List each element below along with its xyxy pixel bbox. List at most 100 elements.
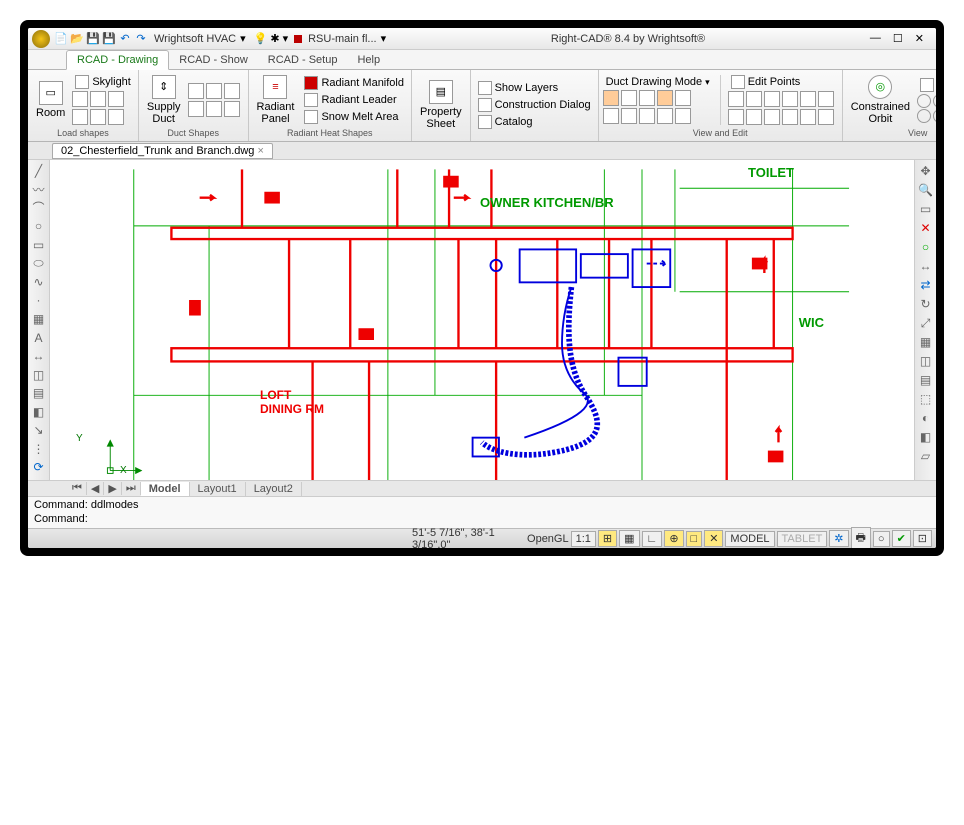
- dim-tool-icon[interactable]: ↔: [28, 347, 49, 365]
- shape-icon[interactable]: [90, 109, 106, 125]
- radiant-manifold-button[interactable]: Radiant Manifold: [301, 75, 407, 91]
- status-gear-icon[interactable]: ✲: [829, 530, 848, 547]
- tab-setup[interactable]: RCAD - Setup: [258, 51, 348, 69]
- edit-icon[interactable]: [746, 91, 762, 107]
- duct-icon[interactable]: [188, 83, 204, 99]
- more-tool-icon[interactable]: ⋮: [28, 440, 49, 458]
- radiant-leader-button[interactable]: Radiant Leader: [301, 92, 407, 108]
- scale-icon[interactable]: ⤢: [915, 314, 936, 332]
- gear-icon[interactable]: ✱: [270, 32, 279, 45]
- layout-tab-1[interactable]: Layout1: [190, 482, 246, 496]
- mode-icon[interactable]: [675, 90, 691, 106]
- mode-icon[interactable]: [657, 90, 673, 106]
- status-polar-icon[interactable]: ⊕: [664, 530, 683, 547]
- mode-icon[interactable]: [675, 108, 691, 124]
- room-button[interactable]: ▭Room: [32, 79, 69, 121]
- nav-last-icon[interactable]: ⏭: [122, 482, 141, 495]
- new-icon[interactable]: 📄: [54, 32, 68, 46]
- open-icon[interactable]: 📂: [70, 32, 84, 46]
- drawing-canvas[interactable]: TOILET WIC OWNER KITCHEN/BR LOFT DINING …: [50, 160, 914, 480]
- circle-icon[interactable]: ○: [915, 238, 936, 256]
- shape-icon[interactable]: [90, 91, 106, 107]
- arc-tool-icon[interactable]: ⌒: [28, 199, 49, 217]
- supply-duct-button[interactable]: ⇕Supply Duct: [143, 73, 185, 127]
- duct-icon[interactable]: [188, 101, 204, 117]
- status-tablet-toggle[interactable]: TABLET: [777, 531, 828, 547]
- mode-icon[interactable]: [603, 90, 619, 106]
- status-lock-icon[interactable]: ⊡: [913, 530, 932, 547]
- tool-icon[interactable]: ◫: [915, 352, 936, 370]
- radiant-panel-button[interactable]: ≡Radiant Panel: [253, 73, 299, 127]
- edit-icon[interactable]: [782, 91, 798, 107]
- duct-icon[interactable]: [206, 101, 222, 117]
- tool-icon[interactable]: ▱: [915, 447, 936, 465]
- tool-icon[interactable]: ⬚: [915, 390, 936, 408]
- rect-tool-icon[interactable]: ▭: [28, 236, 49, 254]
- spline-tool-icon[interactable]: ∿: [28, 273, 49, 291]
- measure-icon[interactable]: ↔: [915, 257, 936, 275]
- status-check-icon[interactable]: ✔: [892, 530, 911, 547]
- leader-tool-icon[interactable]: ↘: [28, 421, 49, 439]
- nav-prev-icon[interactable]: ◀: [87, 482, 104, 495]
- status-snap-icon[interactable]: ⊞: [598, 530, 617, 547]
- tab-help[interactable]: Help: [347, 51, 390, 69]
- polyline-tool-icon[interactable]: 〰: [28, 181, 49, 199]
- select-icon[interactable]: ▭: [915, 200, 936, 218]
- view-icon[interactable]: [933, 109, 936, 123]
- command-area[interactable]: Command: ddlmodes Command:: [28, 496, 936, 528]
- region-tool-icon[interactable]: ◧: [28, 403, 49, 421]
- block-tool-icon[interactable]: ◫: [28, 366, 49, 384]
- nav-first-icon[interactable]: ⏮: [68, 482, 87, 495]
- shape-icon[interactable]: [72, 91, 88, 107]
- undo-icon[interactable]: ↶: [118, 32, 132, 46]
- tool-icon[interactable]: ▤: [915, 371, 936, 389]
- duct-icon[interactable]: [206, 83, 222, 99]
- edit-icon[interactable]: [764, 91, 780, 107]
- layout-tab-2[interactable]: Layout2: [246, 482, 302, 496]
- edit-icon[interactable]: [782, 109, 798, 125]
- tool-icon[interactable]: ▦: [915, 333, 936, 351]
- zoom-icon[interactable]: 🔍: [915, 181, 936, 199]
- status-osnap-icon[interactable]: □: [686, 531, 703, 547]
- command-prompt[interactable]: Command:: [34, 512, 930, 526]
- maximize-button[interactable]: ☐: [893, 32, 903, 45]
- rotate-icon[interactable]: ↻: [915, 295, 936, 313]
- mode-icon[interactable]: [639, 108, 655, 124]
- status-print-icon[interactable]: 🖶: [851, 527, 871, 548]
- app-logo-icon[interactable]: [32, 30, 50, 48]
- tab-show[interactable]: RCAD - Show: [169, 51, 257, 69]
- status-ratio[interactable]: 1:1: [571, 531, 596, 547]
- redo-icon[interactable]: ↷: [134, 32, 148, 46]
- record-icon[interactable]: [294, 35, 302, 43]
- snow-melt-button[interactable]: Snow Melt Area: [301, 109, 407, 125]
- status-model-toggle[interactable]: MODEL: [725, 531, 774, 547]
- mirror-icon[interactable]: ⇄: [915, 276, 936, 294]
- save-icon[interactable]: 💾: [86, 32, 100, 46]
- refresh-icon[interactable]: ⟳: [28, 459, 49, 477]
- edit-icon[interactable]: [746, 109, 762, 125]
- bulb-icon[interactable]: 💡: [254, 32, 268, 45]
- shape-icon[interactable]: [72, 109, 88, 125]
- saveas-icon[interactable]: 💾: [102, 32, 116, 46]
- minimize-button[interactable]: —: [870, 32, 881, 45]
- property-sheet-button[interactable]: ▤Property Sheet: [416, 78, 466, 132]
- show-layers-button[interactable]: Show Layers: [475, 80, 594, 96]
- status-otrack-icon[interactable]: ✕: [704, 530, 723, 547]
- hatch-tool-icon[interactable]: ▦: [28, 310, 49, 328]
- line-tool-icon[interactable]: ╱: [28, 162, 49, 180]
- duct-drawing-mode[interactable]: Duct Drawing Mode ▾: [603, 75, 713, 89]
- circle-tool-icon[interactable]: ○: [28, 218, 49, 236]
- status-ortho-icon[interactable]: ∟: [642, 531, 663, 547]
- catalog-button[interactable]: Catalog: [475, 114, 594, 130]
- edit-icon[interactable]: [728, 109, 744, 125]
- constrained-orbit-button[interactable]: ◎Constrained Orbit: [847, 73, 914, 127]
- delete-icon[interactable]: ✕: [915, 219, 936, 237]
- mode-icon[interactable]: [621, 90, 637, 106]
- edit-icon[interactable]: [818, 91, 834, 107]
- document-tab[interactable]: 02_Chesterfield_Trunk and Branch.dwg: [52, 143, 273, 159]
- edit-icon[interactable]: [764, 109, 780, 125]
- tab-drawing[interactable]: RCAD - Drawing: [66, 50, 169, 70]
- mode-icon[interactable]: [603, 108, 619, 124]
- duct-icon[interactable]: [224, 83, 240, 99]
- layout-tab-model[interactable]: Model: [141, 482, 190, 496]
